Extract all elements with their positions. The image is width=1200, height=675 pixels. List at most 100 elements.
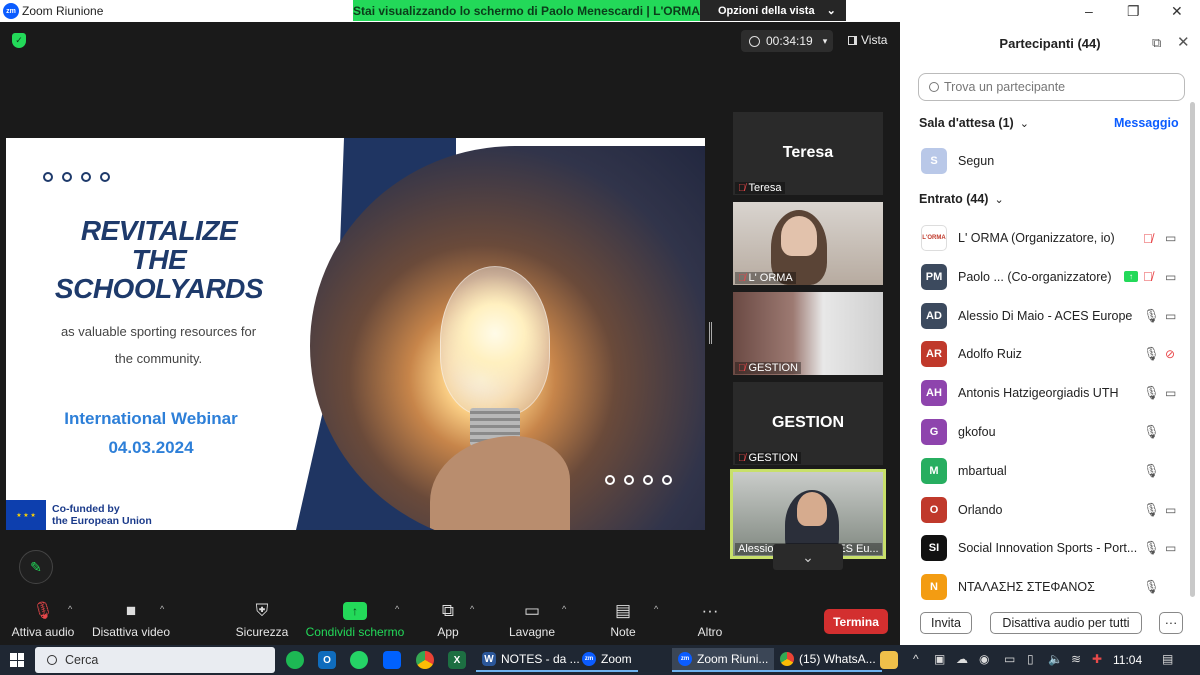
- end-meeting-button[interactable]: Termina: [824, 609, 888, 634]
- invite-button[interactable]: Invita: [920, 612, 972, 634]
- mic-icon[interactable]: 🎙: [1143, 502, 1160, 518]
- search-icon: [929, 82, 939, 92]
- participant-row[interactable]: Mmbartual 🎙: [921, 456, 1181, 486]
- close-icon[interactable]: ✕: [1171, 3, 1183, 20]
- mic-muted-icon[interactable]: 🎙̸: [1143, 231, 1153, 246]
- mic-icon[interactable]: 🎙: [1143, 308, 1160, 324]
- camera-icon[interactable]: ▭: [1165, 270, 1176, 284]
- video-tile-gestion[interactable]: 🎙̸ GESTION: [733, 292, 883, 375]
- notes-options-caret[interactable]: ^: [654, 604, 658, 614]
- encryption-shield-icon[interactable]: ✓: [12, 33, 26, 48]
- apps-options-caret[interactable]: ^: [470, 604, 474, 614]
- camera-icon[interactable]: ▭: [1165, 386, 1176, 400]
- whiteboards-options-caret[interactable]: ^: [562, 604, 566, 614]
- mic-muted-icon[interactable]: 🎙̸: [1143, 269, 1153, 284]
- volume-icon[interactable]: 🔈: [1048, 652, 1063, 666]
- tray-notification-app-icon[interactable]: ✚: [1092, 652, 1102, 666]
- tiles-scroll-down-button[interactable]: ⌄: [773, 544, 843, 570]
- battery-icon[interactable]: ▭: [1004, 652, 1015, 666]
- participant-row[interactable]: O Orlando 🎙 ▭: [921, 495, 1181, 525]
- search-icon: [47, 655, 57, 665]
- mic-icon[interactable]: 🎙: [1143, 385, 1160, 401]
- more-options-button[interactable]: ···: [1159, 612, 1183, 634]
- meeting-timer[interactable]: 00:34:19 ▾: [741, 30, 833, 52]
- view-options-button[interactable]: Opzioni della vista ⌄: [700, 0, 846, 21]
- tray-app-icon[interactable]: ▣: [934, 652, 945, 666]
- taskbar-app-whatsapp[interactable]: (15) WhatsA...: [774, 648, 882, 672]
- participant-row[interactable]: AH Antonis Hatzigeorgiadis UTH 🎙 ▭: [921, 378, 1181, 408]
- tray-overflow-icon[interactable]: ^: [913, 652, 919, 666]
- zoom-icon: zm: [678, 652, 692, 666]
- popout-icon[interactable]: ⧉: [1152, 35, 1161, 51]
- entered-header[interactable]: Entrato (44) ⌄: [919, 192, 1004, 206]
- mic-icon[interactable]: 🎙: [1143, 346, 1160, 362]
- participant-search-input[interactable]: Trova un partecipante: [918, 73, 1185, 101]
- mic-icon[interactable]: 🎙: [1143, 540, 1160, 556]
- waiting-room-header[interactable]: Sala d'attesa (1) ⌄: [919, 116, 1029, 130]
- video-options-caret[interactable]: ^: [160, 604, 164, 614]
- camera-icon[interactable]: ▭: [1165, 231, 1176, 245]
- video-tile-lorma[interactable]: 🎙̸ L' ORMA: [733, 202, 883, 285]
- participant-row[interactable]: SI Social Innovation Sports - Port... 🎙 ▭: [921, 533, 1181, 563]
- video-label: Disattiva video: [91, 625, 171, 639]
- onedrive-icon[interactable]: ☁: [956, 652, 968, 666]
- tray-security-icon[interactable]: ◉: [979, 652, 989, 666]
- annotate-pen-button[interactable]: ✎: [19, 550, 53, 584]
- taskbar-clock[interactable]: 11:04: [1113, 653, 1142, 667]
- mic-icon[interactable]: 🎙: [1143, 463, 1160, 479]
- camera-icon[interactable]: ▭: [1165, 309, 1176, 323]
- camera-icon[interactable]: ▭: [1165, 503, 1176, 517]
- dropbox-icon[interactable]: [383, 651, 401, 669]
- video-tile-teresa[interactable]: Teresa 🎙̸ Teresa: [733, 112, 883, 195]
- whatsapp-icon[interactable]: [350, 651, 368, 669]
- apps-button[interactable]: ⧉ App: [428, 600, 468, 639]
- participant-row[interactable]: AR Adolfo Ruiz 🎙 ⊘: [921, 339, 1181, 369]
- minimize-icon[interactable]: –: [1085, 3, 1093, 19]
- wifi-icon[interactable]: ≋: [1071, 652, 1081, 666]
- participant-row[interactable]: AD Alessio Di Maio - ACES Europe 🎙 ▭: [921, 301, 1181, 331]
- camera-off-icon[interactable]: ⊘: [1165, 347, 1175, 361]
- notification-center-icon[interactable]: ▤: [1162, 652, 1173, 666]
- share-banner: Stai visualizzando lo schermo di Paolo M…: [353, 0, 700, 21]
- spotify-icon[interactable]: [286, 651, 304, 669]
- message-link[interactable]: Messaggio: [1114, 116, 1179, 130]
- participant-row[interactable]: Ggkofou 🎙: [921, 417, 1181, 447]
- excel-icon[interactable]: X: [448, 651, 466, 669]
- restore-icon[interactable]: ❐: [1127, 3, 1140, 20]
- tray-device-icon[interactable]: ▯: [1027, 652, 1034, 666]
- hand-image: [430, 436, 570, 530]
- outlook-icon[interactable]: O: [318, 651, 336, 669]
- mute-all-button[interactable]: Disattiva audio per tutti: [990, 612, 1142, 634]
- notes-button[interactable]: ▤ Note: [603, 600, 643, 639]
- person-face: [781, 216, 817, 256]
- security-button[interactable]: ⛨ Sicurezza: [232, 600, 292, 639]
- participants-scrollbar[interactable]: [1190, 102, 1195, 597]
- headline-line-3: SCHOOLYARDS: [54, 273, 264, 304]
- windows-start-icon[interactable]: [10, 653, 24, 667]
- taskbar-app-zoom-meeting[interactable]: zm Zoom Riuni...: [672, 648, 775, 672]
- headline-line-1: REVITALIZE: [80, 215, 238, 246]
- mic-icon[interactable]: 🎙: [1143, 579, 1160, 595]
- video-tile-gestion-2[interactable]: GESTION 🎙̸ GESTION: [733, 382, 883, 465]
- whiteboards-button[interactable]: ▭ Lavagne: [505, 600, 559, 639]
- audio-options-caret[interactable]: ^: [68, 604, 72, 614]
- taskbar-app-notes[interactable]: W NOTES - da ...: [476, 648, 586, 672]
- participant-row[interactable]: PM Paolo ... (Co-organizzatore) ↑ 🎙̸ ▭: [921, 262, 1181, 292]
- share-options-caret[interactable]: ^: [395, 604, 399, 614]
- share-screen-button[interactable]: ↑ Condividi schermo: [303, 600, 407, 639]
- view-button[interactable]: Vista: [848, 33, 887, 47]
- meeting-area: ✓ 00:34:19 ▾ Vista REVITALIZE THE SCHOOL…: [0, 22, 900, 645]
- panel-close-icon[interactable]: ✕: [1177, 33, 1190, 51]
- participant-row[interactable]: L'ORMA L' ORMA (Organizzatore, io) 🎙̸ ▭: [921, 223, 1181, 253]
- file-explorer-icon[interactable]: [880, 651, 898, 669]
- taskbar-search[interactable]: Cerca: [35, 647, 275, 673]
- mic-icon[interactable]: 🎙: [1143, 424, 1160, 440]
- chrome-icon[interactable]: [416, 651, 434, 669]
- participant-row[interactable]: N ΝΤΑΛΑΣΗΣ ΣΤΕΦΑΝΟΣ 🎙: [921, 572, 1181, 602]
- taskbar-app-zoom[interactable]: zm Zoom: [576, 648, 638, 672]
- more-button[interactable]: ··· Altro: [690, 600, 730, 639]
- waiting-participant-row[interactable]: S Segun: [921, 146, 1181, 176]
- avatar: S: [921, 148, 947, 174]
- camera-icon[interactable]: ▭: [1165, 541, 1176, 555]
- resize-handle[interactable]: [709, 322, 712, 344]
